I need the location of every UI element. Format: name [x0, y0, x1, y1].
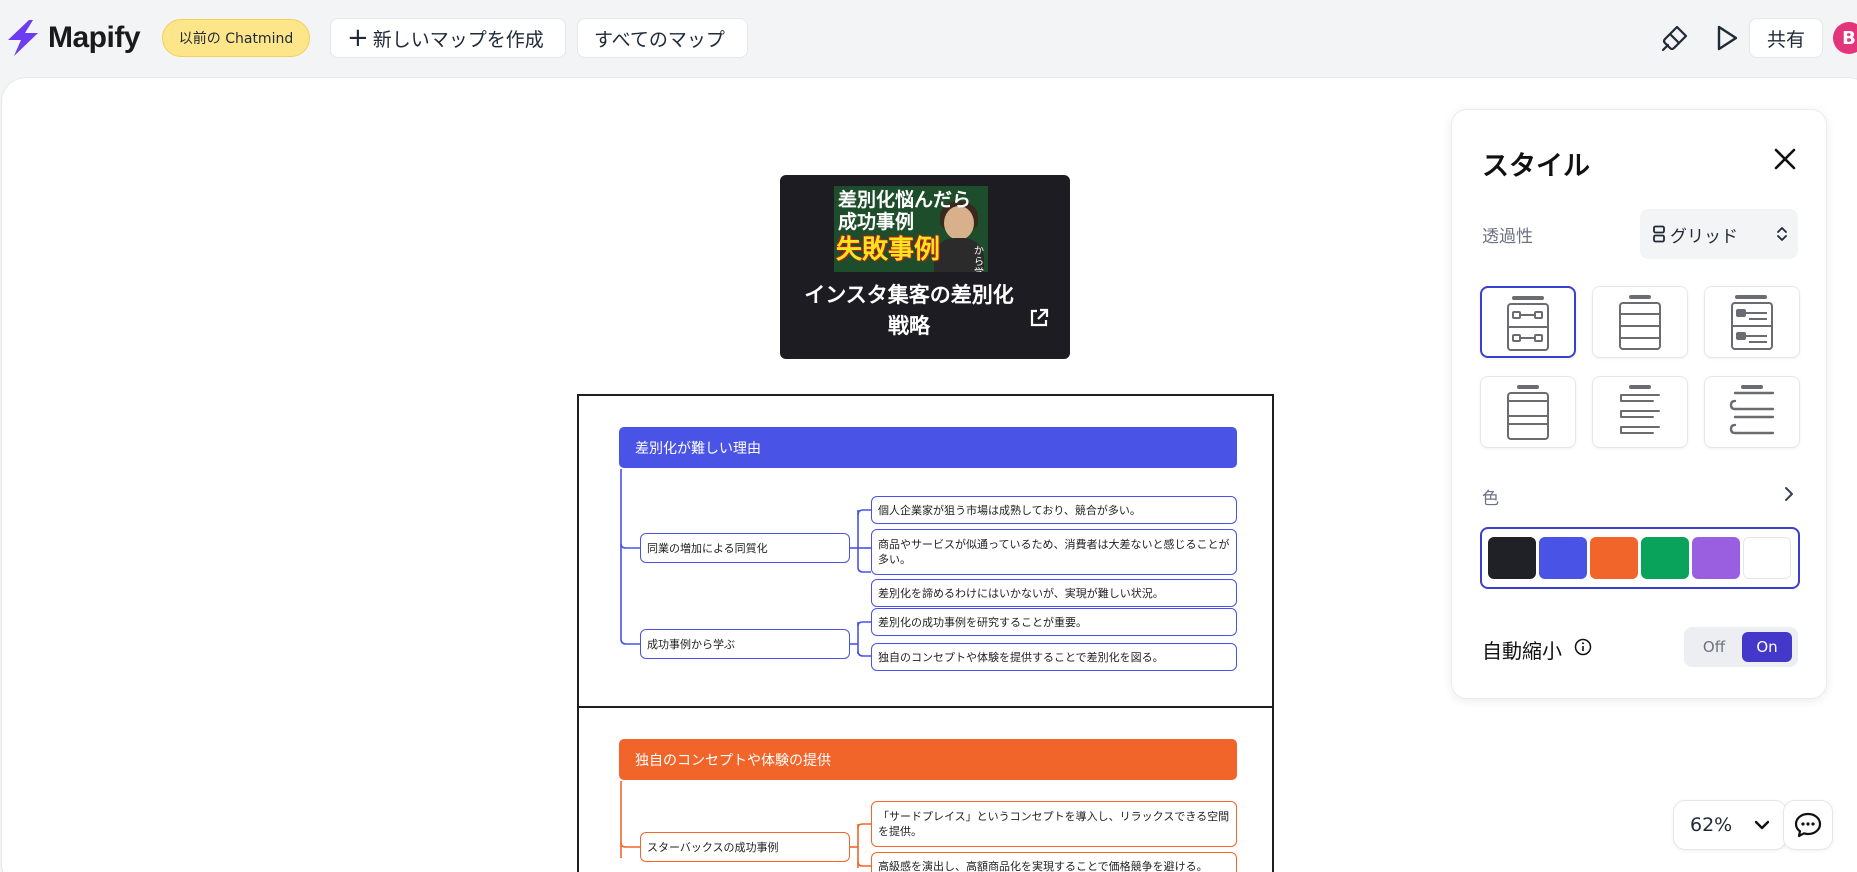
- external-link-icon[interactable]: [1028, 307, 1050, 329]
- layout-select-value: グリッド: [1670, 226, 1738, 247]
- all-maps-button[interactable]: すべてのマップ: [577, 18, 748, 58]
- layout-3-icon: [1731, 295, 1773, 350]
- chat-bubble-icon: [1794, 812, 1822, 838]
- color-palette: [1480, 527, 1800, 589]
- root-title: インスタ集客の差別化戦略: [804, 283, 1014, 338]
- close-icon[interactable]: [1768, 142, 1802, 176]
- lightning-logo-icon: [8, 20, 38, 56]
- info-icon[interactable]: [1574, 638, 1592, 656]
- leaf-node[interactable]: 商品やサービスが似通っているため、消費者は大差ないと感じることが多い。: [871, 529, 1237, 575]
- leaf-node[interactable]: 個人企業家が狙う市場は成熟しており、競合が多い。: [871, 496, 1237, 524]
- root-node[interactable]: 差別化悩んだら 成功事例 失敗事例 から学ぶ インスタ集客の差別化戦略: [780, 175, 1070, 359]
- toggle-off-option[interactable]: Off: [1692, 635, 1736, 659]
- color-swatch-dark[interactable]: [1488, 537, 1536, 579]
- auto-shrink-label: 自動縮小: [1482, 639, 1562, 663]
- color-swatch-orange[interactable]: [1590, 537, 1638, 579]
- style-brush-button[interactable]: [1655, 18, 1695, 58]
- chevron-right-icon[interactable]: [1783, 486, 1795, 502]
- new-map-label: 新しいマップを作成: [372, 28, 544, 51]
- video-thumbnail[interactable]: 差別化悩んだら 成功事例 失敗事例 から学ぶ: [834, 186, 988, 272]
- toggle-on-option[interactable]: On: [1742, 632, 1792, 662]
- user-avatar[interactable]: B: [1833, 22, 1857, 54]
- brush-icon: [1661, 25, 1688, 52]
- thumbnail-line-1: 差別化悩んだら: [838, 189, 972, 211]
- section-frame-2[interactable]: 独自のコンセプトや体験の提供 スターバックスの成功事例 「サードプレイス」という…: [577, 706, 1274, 872]
- leaf-node[interactable]: 独自のコンセプトや体験を提供することで差別化を図る。: [871, 643, 1237, 671]
- new-map-button[interactable]: + 新しいマップを作成: [330, 18, 566, 58]
- app-name: Mapify: [48, 21, 141, 54]
- color-swatch-purple[interactable]: [1692, 537, 1740, 579]
- branch-node[interactable]: 同業の増加による同質化: [640, 533, 850, 563]
- section-frame-1[interactable]: 差別化が難しい理由 同業の増加による同質化 個人企業家が狙う市場は成熟しており、…: [577, 394, 1274, 708]
- legacy-chatmind-button[interactable]: 以前の Chatmind: [162, 19, 310, 57]
- branch-node[interactable]: スターバックスの成功事例: [640, 832, 850, 862]
- leaf-node[interactable]: 差別化を諦めるわけにはいかないが、実現が難しい状況。: [871, 579, 1237, 607]
- layout-option-4[interactable]: [1480, 376, 1576, 448]
- share-button[interactable]: 共有: [1749, 18, 1823, 58]
- layout-select[interactable]: グリッド: [1640, 209, 1798, 259]
- panel-title: スタイル: [1482, 151, 1590, 182]
- present-button[interactable]: [1707, 18, 1747, 58]
- layout-option-1[interactable]: [1480, 286, 1576, 358]
- layout-option-6[interactable]: [1704, 376, 1800, 448]
- zoom-dropdown[interactable]: 62%: [1673, 800, 1787, 850]
- color-swatch-green[interactable]: [1641, 537, 1689, 579]
- leaf-node[interactable]: 「サードプレイス」というコンセプトを導入し、リラックスできる空間を提供。: [871, 801, 1237, 847]
- section-header-2[interactable]: 独自のコンセプトや体験の提供: [619, 739, 1237, 780]
- leaf-node[interactable]: 差別化の成功事例を研究することが重要。: [871, 608, 1237, 636]
- layout-option-5[interactable]: [1592, 376, 1688, 448]
- thumbnail-line-3: 失敗事例: [836, 235, 941, 265]
- all-maps-label: すべてのマップ: [594, 28, 725, 51]
- color-label: 色: [1482, 489, 1499, 509]
- color-swatch-blue[interactable]: [1539, 537, 1587, 579]
- plus-icon: +: [347, 23, 369, 53]
- grid-icon: [1653, 225, 1665, 243]
- layout-option-2[interactable]: [1592, 286, 1688, 358]
- top-bar: Mapify 以前の Chatmind + 新しいマップを作成 すべてのマップ …: [0, 0, 1857, 76]
- leaf-node[interactable]: 高級感を演出し、高額商品化を実現することで価格競争を避ける。: [871, 852, 1237, 872]
- layout-option-3[interactable]: [1704, 286, 1800, 358]
- updown-chevron-icon: [1777, 227, 1787, 241]
- branch-node[interactable]: 成功事例から学ぶ: [640, 629, 850, 659]
- layout-5-icon: [1620, 385, 1660, 434]
- layout-6-icon: [1729, 385, 1775, 435]
- zoom-value: 62%: [1690, 814, 1733, 836]
- chevron-down-icon: [1754, 820, 1770, 830]
- auto-shrink-toggle[interactable]: Off On: [1684, 627, 1798, 667]
- play-icon: [1717, 25, 1738, 51]
- layout-1-icon: [1507, 296, 1549, 351]
- style-panel: スタイル 透過性 グリッド 色 自動縮小 Off On: [1451, 109, 1827, 699]
- chat-button[interactable]: [1783, 800, 1833, 850]
- thumbnail-line-4: から学ぶ: [974, 246, 984, 272]
- app-logo[interactable]: Mapify: [2, 18, 141, 58]
- layout-4-icon: [1507, 385, 1549, 440]
- color-swatch-white[interactable]: [1743, 537, 1791, 579]
- share-label: 共有: [1766, 28, 1805, 51]
- section-header-1[interactable]: 差別化が難しい理由: [619, 427, 1237, 468]
- opacity-label: 透過性: [1482, 227, 1533, 247]
- thumbnail-line-2: 成功事例: [838, 211, 915, 233]
- layout-2-icon: [1619, 295, 1661, 350]
